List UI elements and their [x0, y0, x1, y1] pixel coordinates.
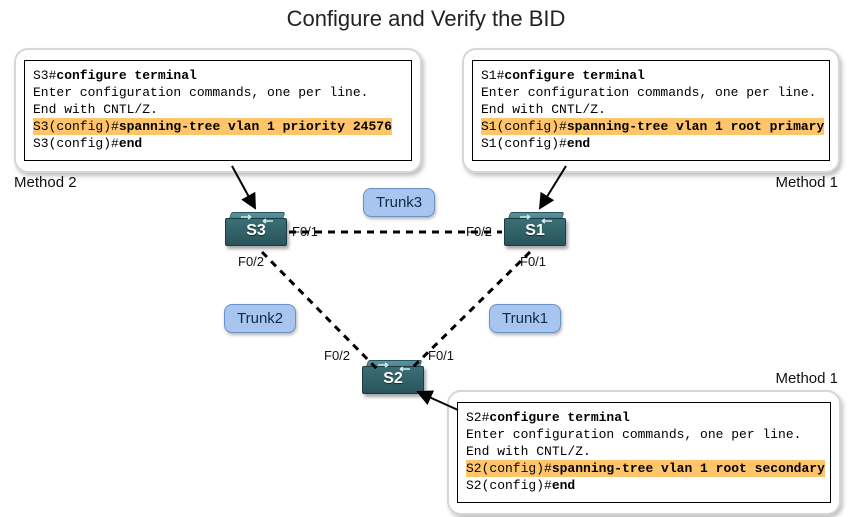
trunk-label-3: Trunk3	[363, 188, 435, 217]
cli-text: Enter configuration commands, one per li…	[33, 84, 403, 101]
cli-cmd: end	[552, 478, 575, 493]
cli-prompt: S1(config)#	[481, 136, 567, 151]
cli-output-s3: S3#configure terminal Enter configuratio…	[24, 60, 412, 161]
cli-output-s2: S2#configure terminal Enter configuratio…	[457, 402, 831, 503]
cli-prompt: S3(config)#	[33, 136, 119, 151]
switch-label: S3	[225, 222, 287, 240]
cli-prompt: S2#	[466, 410, 489, 425]
switch-s2: S2	[362, 360, 424, 400]
method-label-left: Method 2	[14, 174, 77, 191]
cli-output-s1: S1#configure terminal Enter configuratio…	[472, 60, 830, 161]
switch-s1: S1	[504, 212, 566, 252]
cli-text: End with CNTL/Z.	[33, 101, 403, 118]
switch-label: S1	[504, 222, 566, 240]
cli-prompt: S3(config)#	[33, 119, 119, 134]
cli-cmd: configure terminal	[504, 68, 644, 83]
cli-cmd: end	[119, 136, 142, 151]
cli-prompt: S2(config)#	[466, 461, 552, 476]
cli-text: End with CNTL/Z.	[481, 101, 821, 118]
cli-prompt: S2(config)#	[466, 478, 552, 493]
cli-prompt: S1(config)#	[481, 119, 567, 134]
method-label-right-bottom: Method 1	[775, 370, 838, 387]
cli-text: End with CNTL/Z.	[466, 443, 822, 460]
cli-cmd: configure terminal	[56, 68, 196, 83]
cli-cmd: spanning-tree vlan 1 root primary	[567, 119, 824, 134]
trunk-label-2: Trunk2	[224, 304, 296, 333]
port-s2-f02: F0/2	[324, 348, 350, 363]
trunk-label-1: Trunk1	[489, 304, 561, 333]
port-s2-f01: F0/1	[428, 348, 454, 363]
cli-prompt: S1#	[481, 68, 504, 83]
method-label-right-top: Method 1	[775, 174, 838, 191]
page-title: Configure and Verify the BID	[0, 6, 852, 32]
cli-text: Enter configuration commands, one per li…	[481, 84, 821, 101]
cli-box-s3: S3#configure terminal Enter configuratio…	[14, 48, 422, 173]
cli-cmd: end	[567, 136, 590, 151]
cli-text: Enter configuration commands, one per li…	[466, 426, 822, 443]
port-s1-f01: F0/1	[520, 254, 546, 269]
cli-box-s1: S1#configure terminal Enter configuratio…	[462, 48, 840, 173]
cli-prompt: S3#	[33, 68, 56, 83]
cli-box-s2: S2#configure terminal Enter configuratio…	[447, 390, 841, 515]
switch-label: S2	[362, 370, 424, 388]
port-s3-f01: F0/1	[292, 224, 318, 239]
cli-cmd: spanning-tree vlan 1 priority 24576	[119, 119, 392, 134]
cli-cmd: configure terminal	[489, 410, 629, 425]
switch-s3: S3	[225, 212, 287, 252]
port-s1-f02: F0/2	[466, 224, 492, 239]
cli-cmd: spanning-tree vlan 1 root secondary	[552, 461, 825, 476]
port-s3-f02: F0/2	[238, 254, 264, 269]
